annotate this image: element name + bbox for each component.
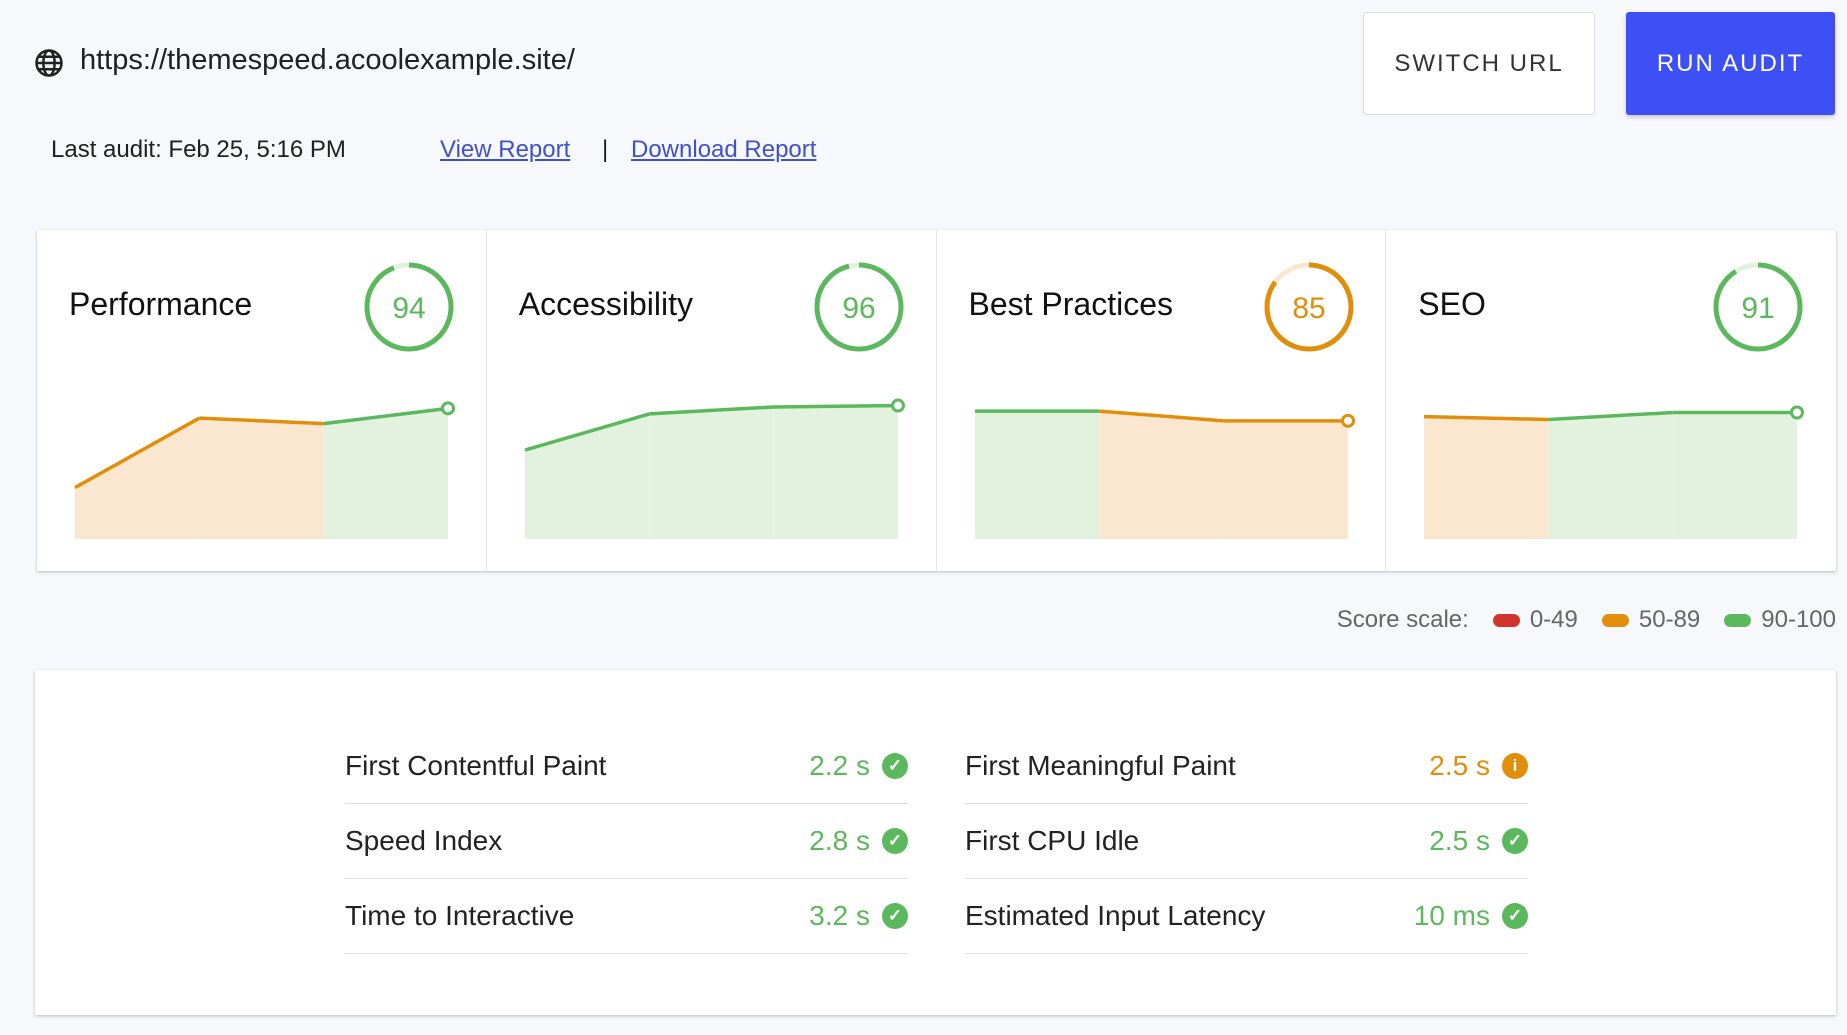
latest-point xyxy=(1340,413,1355,428)
latest-point xyxy=(1790,405,1805,420)
latest-point xyxy=(890,398,905,413)
metrics-panel: First Contentful Paint 2.2 s ✓ Speed Index 2… xyxy=(35,670,1836,1015)
metrics-right-column: First Meaningful Paint 2.5 s i First CPU Id… xyxy=(965,729,1528,954)
score-value: 85 xyxy=(1292,292,1325,325)
info-circle-icon: i xyxy=(1502,753,1528,779)
history-area-segment xyxy=(1424,416,1549,539)
download-report-link[interactable]: Download Report xyxy=(631,136,816,164)
category-cards: Performance 94 Accessibility 96 Best Practic… xyxy=(37,230,1836,571)
score-history-chart: 85 xyxy=(974,262,1355,539)
latest-point xyxy=(441,401,455,416)
link-separator: | xyxy=(602,136,609,163)
history-area-segment xyxy=(199,418,324,539)
metric-label: First Meaningful Paint xyxy=(965,750,1236,781)
green-swatch-icon xyxy=(1724,613,1752,627)
check-circle-icon: ✓ xyxy=(1502,903,1528,929)
site-url: https://themespeed.acoolexample.site/ xyxy=(80,44,575,76)
category-card-performance[interactable]: Performance 94 xyxy=(37,230,487,571)
metric-value: 2.8 s xyxy=(809,825,870,856)
history-area-segment xyxy=(1223,420,1348,539)
check-circle-icon: ✓ xyxy=(882,828,908,854)
history-area-segment xyxy=(323,408,448,539)
score-history-chart: 94 xyxy=(74,262,455,539)
metrics-left-column: First Contentful Paint 2.2 s ✓ Speed Index 2… xyxy=(345,729,908,954)
category-card-best-practices[interactable]: Best Practices 85 xyxy=(937,230,1387,571)
metric-value: 10 ms xyxy=(1413,900,1490,931)
metric-row: Estimated Input Latency 10 ms ✓ xyxy=(965,879,1528,954)
view-report-link[interactable]: View Report xyxy=(440,136,570,164)
score-scale-legend: Score scale: 0-49 50-89 90-100 xyxy=(1337,606,1836,634)
check-circle-icon: ✓ xyxy=(882,903,908,929)
metric-value: 2.5 s xyxy=(1429,825,1490,856)
history-area-segment xyxy=(1672,412,1798,539)
metric-row: First Meaningful Paint 2.5 s i xyxy=(965,729,1528,804)
scale-range-high: 90-100 xyxy=(1761,606,1836,633)
check-circle-icon: ✓ xyxy=(882,753,908,779)
switch-url-button[interactable]: SWITCH URL xyxy=(1363,12,1595,115)
history-area-segment xyxy=(1098,411,1224,539)
run-audit-button[interactable]: RUN AUDIT xyxy=(1626,12,1835,115)
history-area-segment xyxy=(649,406,774,539)
metric-label: Speed Index xyxy=(345,825,503,856)
last-audit-text: Last audit: Feb 25, 5:16 PM xyxy=(51,136,346,163)
metric-label: Estimated Input Latency xyxy=(965,900,1266,931)
metric-label: Time to Interactive xyxy=(345,900,575,931)
metric-value: 2.5 s xyxy=(1429,750,1490,781)
scale-range-mid: 50-89 xyxy=(1638,606,1701,633)
history-area-segment xyxy=(773,405,898,539)
check-circle-icon: ✓ xyxy=(1502,828,1528,854)
metric-value: 3.2 s xyxy=(809,900,870,931)
history-area-segment xyxy=(1548,412,1673,539)
metric-label: First CPU Idle xyxy=(965,825,1140,856)
metric-value: 2.2 s xyxy=(809,750,870,781)
score-value: 94 xyxy=(392,292,425,325)
metric-row: Time to Interactive 3.2 s ✓ xyxy=(345,879,908,954)
score-history-chart: 91 xyxy=(1424,262,1805,539)
globe-icon xyxy=(35,49,63,77)
scale-range-low: 0-49 xyxy=(1529,606,1578,633)
history-area-segment xyxy=(974,411,1099,539)
score-value: 96 xyxy=(842,292,875,325)
score-history-chart: 96 xyxy=(524,262,905,539)
score-scale-label: Score scale: xyxy=(1336,606,1469,633)
metric-row: First CPU Idle 2.5 s ✓ xyxy=(965,804,1528,879)
score-value: 91 xyxy=(1742,292,1775,325)
category-card-accessibility[interactable]: Accessibility 96 xyxy=(487,230,937,571)
category-card-seo[interactable]: SEO 91 xyxy=(1386,230,1836,571)
red-swatch-icon xyxy=(1492,613,1520,627)
orange-swatch-icon xyxy=(1601,613,1629,627)
metric-row: First Contentful Paint 2.2 s ✓ xyxy=(345,729,908,804)
metric-label: First Contentful Paint xyxy=(345,750,607,781)
history-line-segment xyxy=(773,403,898,409)
metric-row: Speed Index 2.8 s ✓ xyxy=(345,804,908,879)
